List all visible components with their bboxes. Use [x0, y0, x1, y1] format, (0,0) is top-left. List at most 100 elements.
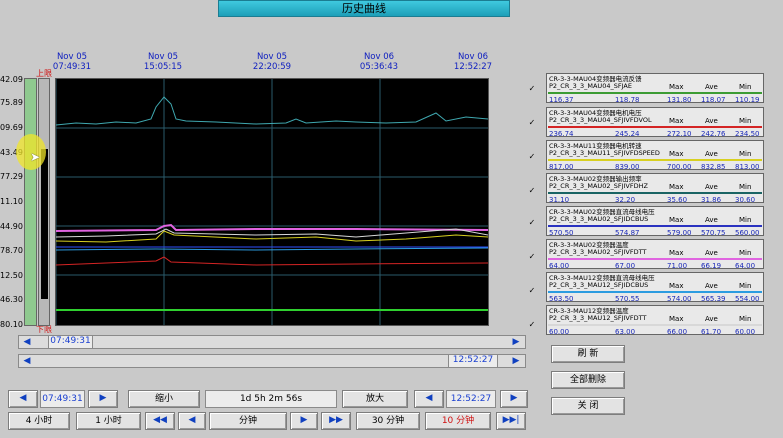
- ave-header: Ave: [705, 249, 718, 257]
- max-value: 700.00: [667, 163, 692, 171]
- ave-value: 242.76: [701, 130, 726, 138]
- series-checkbox-1[interactable]: ✓: [528, 84, 536, 93]
- tag-name: CR-3-3-MAU04变频器电流反馈 P2_CR_3_3_MAU04_SFJAE: [549, 75, 642, 90]
- zoom-in-button[interactable]: 放大: [342, 390, 408, 408]
- timestamp-3: Nov 05 22:20:59: [252, 52, 292, 72]
- min-value: 110.19: [735, 96, 760, 104]
- tag-panel[interactable]: CR-3-3-MAU02变频器直流母线电压 P2_CR_3_3_MAU02_SFJ…: [546, 206, 764, 237]
- max-header: Max: [669, 183, 684, 191]
- range-30m-button[interactable]: 30 分钟: [356, 412, 420, 430]
- tag-name: CR-3-3-MAU12变频器直流母线电压 P2_CR_3_3_MAU12_SFJ…: [549, 274, 655, 289]
- series-color-bar: [548, 225, 762, 227]
- cursor-value: 118.78: [615, 96, 640, 104]
- range-1h-button[interactable]: 1 小时: [76, 412, 141, 430]
- start-back-button[interactable]: ◀: [8, 390, 38, 408]
- refresh-button[interactable]: 刷 新: [551, 345, 625, 363]
- ave-header: Ave: [705, 117, 718, 125]
- tag-panel[interactable]: CR-3-3-MAU11变频器电机转速 P2_CR_3_3_MAU11_SFJIV…: [546, 140, 764, 171]
- end-scroll-right-button[interactable]: ▶: [508, 354, 524, 368]
- start-scrollbar[interactable]: [18, 335, 526, 349]
- start-scroll-left-button[interactable]: ◀: [19, 335, 35, 349]
- minute-button[interactable]: 分钟: [209, 412, 287, 430]
- tag-name: CR-3-3-MAU04变频器电机电压 P2_CR_3_3_MAU04_SFJIV…: [549, 109, 652, 124]
- max-value: 66.00: [667, 328, 688, 336]
- jump-end-button[interactable]: ▶▶|: [496, 412, 526, 430]
- delete-all-button[interactable]: 全部删除: [551, 371, 625, 389]
- current-value: 116.37: [549, 96, 574, 104]
- min-value: 554.00: [735, 295, 760, 303]
- trend-plot[interactable]: [55, 78, 489, 326]
- series-checkbox-7[interactable]: ✓: [528, 286, 536, 295]
- series-checkbox-4[interactable]: ✓: [528, 186, 536, 195]
- min-header: Min: [739, 150, 752, 158]
- step-forward-button[interactable]: ▶: [290, 412, 318, 430]
- current-value: 64.00: [549, 262, 570, 270]
- end-forward-button[interactable]: ▶: [500, 390, 528, 408]
- ave-value: 832.85: [701, 163, 726, 171]
- y-label: 09.69: [0, 123, 23, 132]
- fast-forward-button[interactable]: ▶▶: [321, 412, 351, 430]
- y-label: 12.50: [0, 271, 23, 280]
- tag-name: CR-3-3-MAU02变频器输出频率 P2_CR_3_3_MAU02_SFJIV…: [549, 175, 648, 190]
- max-value: 579.00: [667, 229, 692, 237]
- ave-value: 66.19: [701, 262, 722, 270]
- series-checkbox-6[interactable]: ✓: [528, 252, 536, 261]
- series-color-bar: [548, 324, 762, 326]
- tag-name: CR-3-3-MAU02变频器直流母线电压 P2_CR_3_3_MAU02_SFJ…: [549, 208, 655, 223]
- timestamp-4: Nov 06 05:36:43: [359, 52, 399, 72]
- series-checkbox-8[interactable]: ✓: [528, 320, 536, 329]
- tag-panel[interactable]: CR-3-3-MAU12变频器直流母线电压 P2_CR_3_3_MAU12_SFJ…: [546, 272, 764, 303]
- max-header: Max: [669, 216, 684, 224]
- max-value: 131.80: [667, 96, 692, 104]
- close-button[interactable]: 关 闭: [551, 397, 625, 415]
- tag-panel[interactable]: CR-3-3-MAU02变频器输出频率 P2_CR_3_3_MAU02_SFJIV…: [546, 173, 764, 204]
- cursor-value: 570.55: [615, 295, 640, 303]
- cursor-icon: ➤: [30, 150, 41, 164]
- tag-panel[interactable]: CR-3-3-MAU04变频器电机电压 P2_CR_3_3_MAU04_SFJIV…: [546, 107, 764, 138]
- tag-panel[interactable]: CR-3-3-MAU02变频器温度 P2_CR_3_3_MAU02_SFJIVFD…: [546, 239, 764, 270]
- min-header: Min: [739, 249, 752, 257]
- current-value: 570.50: [549, 229, 574, 237]
- max-header: Max: [669, 117, 684, 125]
- ave-header: Ave: [705, 150, 718, 158]
- y-label: 77.29: [0, 172, 23, 181]
- y-label: 46.30: [0, 295, 23, 304]
- series-color-bar: [548, 159, 762, 161]
- series-checkbox-3[interactable]: ✓: [528, 152, 536, 161]
- series-color-bar: [548, 126, 762, 128]
- ave-value: 570.75: [701, 229, 726, 237]
- scale-slider[interactable]: [38, 78, 50, 326]
- y-label: 78.70: [0, 246, 23, 255]
- range-10m-button[interactable]: 10 分钟: [425, 412, 491, 430]
- min-value: 234.50: [735, 130, 760, 138]
- end-scroll-left-button[interactable]: ◀: [19, 354, 35, 368]
- series-checkbox-5[interactable]: ✓: [528, 218, 536, 227]
- max-value: 272.10: [667, 130, 692, 138]
- range-slider[interactable]: [24, 78, 37, 326]
- trend-chart-svg: [55, 79, 489, 325]
- y-label: 80.10: [0, 320, 23, 329]
- tag-panel[interactable]: CR-3-3-MAU04变频器电流反馈 P2_CR_3_3_MAU04_SFJAE…: [546, 73, 764, 104]
- cursor-value: 63.00: [615, 328, 636, 336]
- start-forward-button[interactable]: ▶: [88, 390, 118, 408]
- end-back-button[interactable]: ◀: [414, 390, 444, 408]
- min-header: Min: [739, 117, 752, 125]
- max-value: 574.00: [667, 295, 692, 303]
- min-value: 30.60: [735, 196, 756, 204]
- fast-back-button[interactable]: ◀◀: [145, 412, 175, 430]
- max-header: Max: [669, 315, 684, 323]
- step-back-button[interactable]: ◀: [178, 412, 206, 430]
- timestamp-5: Nov 06 12:52:27: [453, 52, 493, 72]
- zoom-out-button[interactable]: 缩小: [128, 390, 200, 408]
- range-4h-button[interactable]: 4 小时: [8, 412, 70, 430]
- min-header: Min: [739, 83, 752, 91]
- cursor-value: 245.24: [615, 130, 640, 138]
- series-checkbox-2[interactable]: ✓: [528, 118, 536, 127]
- start-scroll-right-button[interactable]: ▶: [508, 335, 524, 349]
- series-color-bar: [548, 291, 762, 293]
- duration-display: 1d 5h 2m 56s: [205, 390, 337, 408]
- tag-panel[interactable]: CR-3-3-MAU12变频器温度 P2_CR_3_3_MAU12_SFJIVFD…: [546, 305, 764, 336]
- series-color-bar: [548, 258, 762, 260]
- cursor-value: 574.87: [615, 229, 640, 237]
- y-label: 11.10: [0, 197, 23, 206]
